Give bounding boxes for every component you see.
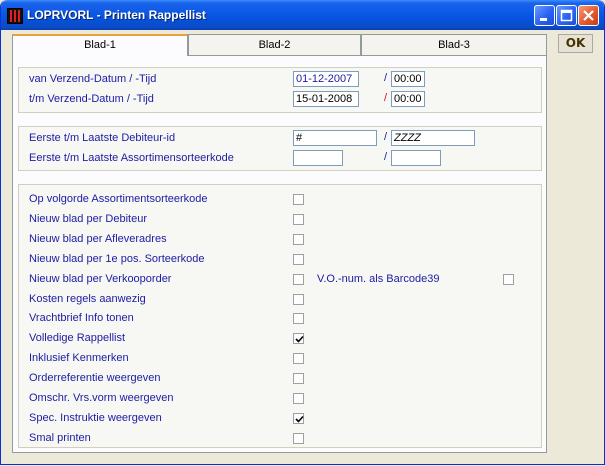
assort-from-input[interactable]: [293, 150, 343, 166]
debtor-range-label: Eerste t/m Laatste Debiteur-id: [29, 132, 176, 144]
option-checkbox[interactable]: [293, 313, 304, 325]
option-checkbox[interactable]: [293, 412, 304, 424]
debtor-separator: /: [384, 131, 388, 143]
barcode-option-checkbox[interactable]: [503, 274, 514, 285]
ok-button[interactable]: OK: [558, 34, 593, 53]
maximize-button[interactable]: [556, 5, 577, 26]
option-checkbox[interactable]: [293, 213, 304, 225]
to-time-input[interactable]: 00:00: [391, 91, 425, 107]
to-separator: /: [384, 92, 388, 104]
minimize-icon: [540, 18, 547, 21]
option-label: Kosten regels aanwezig: [29, 292, 146, 305]
option-checkbox[interactable]: [293, 393, 304, 404]
option-label: Nieuw blad per Afleveradres: [29, 232, 167, 245]
option-checkbox[interactable]: [293, 333, 304, 345]
from-date-label: van Verzend-Datum / -Tijd: [29, 73, 157, 85]
assort-separator: /: [384, 151, 388, 163]
barcode-option-label: V.O.-num. als Barcode39: [317, 273, 440, 285]
checkmark-icon: [295, 415, 304, 423]
option-label: Op volgorde Assortimentsorteerkode: [29, 193, 208, 205]
assort-to-input[interactable]: [391, 150, 441, 166]
title-bar[interactable]: LOPRVORL - Printen Rappellist: [1, 0, 604, 30]
checkmark-icon: [295, 336, 304, 343]
option-checkbox[interactable]: [293, 233, 304, 245]
assort-range-label: Eerste t/m Laatste Assortimensorteerkode: [29, 152, 234, 164]
option-checkbox[interactable]: [293, 373, 304, 385]
option-label: Spec. Instruktie weergeven: [29, 411, 162, 424]
option-checkbox[interactable]: [293, 353, 304, 365]
from-separator: /: [384, 72, 388, 84]
tab-panel-blad-1: van Verzend-Datum / -Tijd 01-12-2007 / 0…: [12, 55, 547, 453]
debtor-from-input[interactable]: #: [293, 130, 377, 146]
option-label: Smal printen: [29, 431, 91, 444]
option-label: Vrachtbrief Info tonen: [29, 312, 134, 325]
maximize-icon: [560, 9, 573, 22]
option-checkbox[interactable]: [293, 293, 304, 305]
option-label: Nieuw blad per Verkooporder: [29, 272, 172, 285]
tab-blad-2[interactable]: Blad-2: [188, 34, 361, 55]
option-label: Nieuw blad per Debiteur: [29, 212, 148, 225]
close-icon: [583, 10, 594, 21]
option-checkbox[interactable]: [293, 194, 304, 205]
app-icon: [7, 8, 23, 24]
window-title: LOPRVORL - Printen Rappellist: [27, 8, 206, 22]
to-date-label: t/m Verzend-Datum / -Tijd: [29, 93, 154, 105]
close-button[interactable]: [578, 5, 599, 26]
tab-blad-1[interactable]: Blad-1: [12, 34, 188, 56]
option-label: Nieuw blad per 1e pos. Sorteerkode: [29, 252, 205, 265]
option-label: Orderreferentie weergeven: [29, 372, 161, 385]
dates-group: van Verzend-Datum / -Tijd 01-12-2007 / 0…: [18, 67, 542, 113]
option-label: Omschr. Vrs.vorm weergeven: [29, 392, 174, 404]
option-checkbox[interactable]: [293, 432, 304, 444]
from-date-input[interactable]: 01-12-2007: [293, 71, 359, 87]
app-window: LOPRVORL - Printen Rappellist Blad-1 Bla…: [0, 0, 605, 465]
debtor-to-input[interactable]: ZZZZ: [391, 130, 475, 146]
option-label: Volledige Rappellist: [29, 332, 126, 345]
to-date-input[interactable]: 15-01-2008: [293, 91, 359, 107]
minimize-button[interactable]: [534, 5, 555, 26]
ranges-group: Eerste t/m Laatste Debiteur-id # / ZZZZ …: [18, 126, 542, 171]
option-label: Inklusief Kenmerken: [29, 352, 129, 365]
from-time-input[interactable]: 00:00: [391, 71, 425, 87]
option-checkbox[interactable]: [293, 253, 304, 265]
tab-blad-3[interactable]: Blad-3: [361, 34, 547, 55]
options-group: Op volgorde Assortimentsorteerkode Nieuw …: [18, 184, 542, 448]
option-checkbox[interactable]: [293, 273, 304, 285]
